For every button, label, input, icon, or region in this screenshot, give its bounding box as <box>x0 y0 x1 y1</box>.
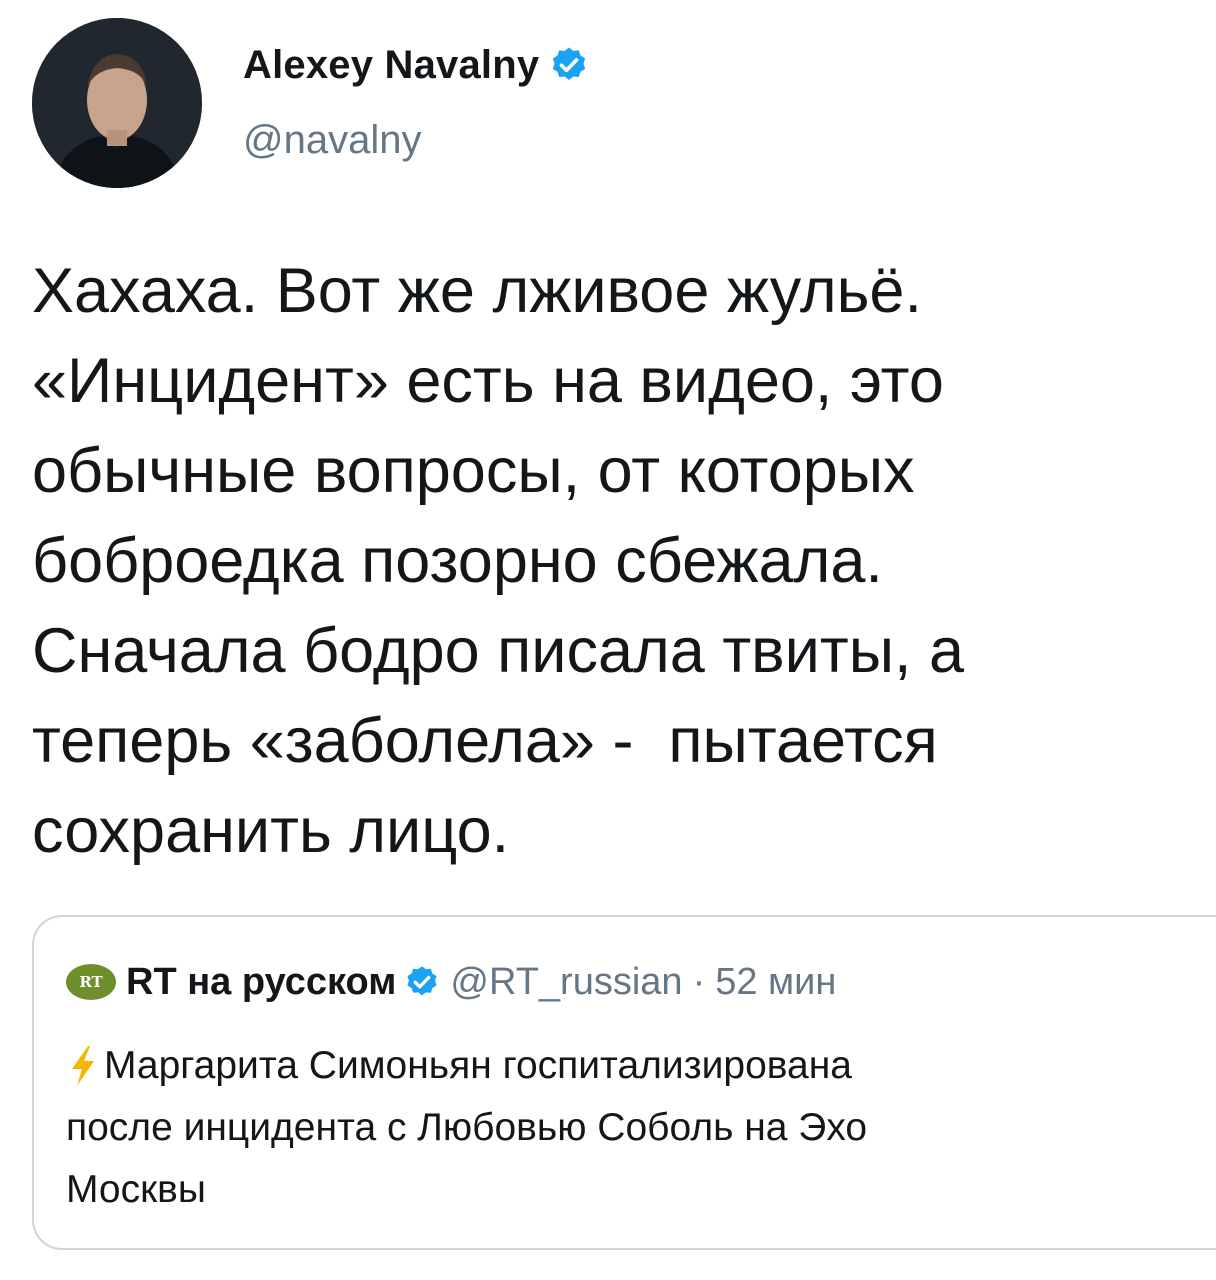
verified-badge-icon <box>407 966 437 996</box>
author-handle[interactable]: @navalny <box>243 118 421 163</box>
tweet-text-line: обычные вопросы, от которых <box>32 436 915 506</box>
quoted-text-line: Маргарита Симоньян госпитализирована <box>66 1035 867 1097</box>
tweet-text-line: Сначала бодро писала твиты, а <box>32 616 965 686</box>
quoted-author-name[interactable]: RT на русском <box>126 961 396 1004</box>
tweet-text-line: теперь «заболела» - пытается <box>32 706 938 776</box>
quoted-text-line: Москвы <box>66 1168 206 1211</box>
quoted-tweet-card[interactable]: RT RT на русском @RT_russian · 52 мин Ма… <box>32 915 1216 1250</box>
author-name[interactable]: Alexey Navalny <box>243 43 539 88</box>
avatar-photo <box>32 18 202 188</box>
rt-logo-avatar[interactable]: RT <box>66 964 116 1000</box>
avatar[interactable] <box>32 18 202 188</box>
tweet-text-line: сохранить лицо. <box>32 796 510 866</box>
tweet-text-line: боброедка позорно сбежала. <box>32 526 883 596</box>
quoted-author-handle[interactable]: @RT_russian <box>450 961 682 1004</box>
lightning-bolt-icon <box>72 1046 94 1086</box>
verified-badge-icon <box>553 47 586 80</box>
tweet-text: Хахаха. Вот же лживое жульё. «Инцидент» … <box>32 246 1182 876</box>
tweet-text-line: «Инцидент» есть на видео, это <box>32 346 944 416</box>
quoted-text-line: после инцидента с Любовью Соболь на Эхо <box>66 1106 868 1149</box>
quoted-tweet-text: Маргарита Симоньян госпитализирована пос… <box>66 1035 867 1221</box>
author-name-row: Alexey Navalny <box>243 40 589 90</box>
quoted-text-line-content: Маргарита Симоньян госпитализирована <box>104 1044 852 1087</box>
quoted-tweet-header: RT RT на русском @RT_russian · 52 мин <box>66 957 836 1007</box>
quoted-timestamp[interactable]: 52 мин <box>715 961 836 1004</box>
quoted-separator: · <box>692 960 706 1003</box>
tweet-text-line: Хахаха. Вот же лживое жульё. <box>32 256 922 326</box>
